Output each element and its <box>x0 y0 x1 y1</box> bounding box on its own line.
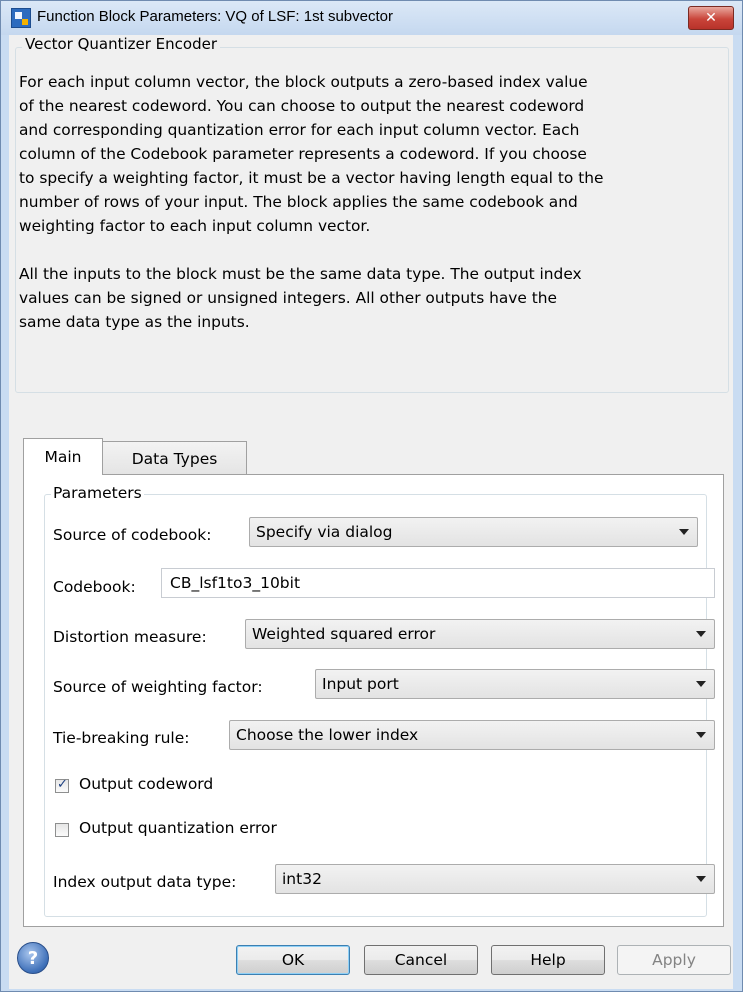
chevron-down-icon <box>696 732 706 738</box>
output-codeword-checkbox[interactable] <box>55 777 69 793</box>
title-bar[interactable]: Function Block Parameters: VQ of LSF: 1s… <box>1 1 742 35</box>
help-question-icon[interactable]: ? <box>17 942 49 974</box>
description-line: All the inputs to the block must be the … <box>19 265 582 283</box>
tie-breaking-value: Choose the lower index <box>236 726 419 744</box>
help-button[interactable]: Help <box>491 945 605 975</box>
tab-data-types[interactable]: Data Types <box>102 441 247 475</box>
dialog-window: Function Block Parameters: VQ of LSF: 1s… <box>0 0 743 992</box>
source-of-codebook-value: Specify via dialog <box>256 523 393 541</box>
output-codeword-label[interactable]: Output codeword <box>79 775 213 793</box>
tie-breaking-select[interactable]: Choose the lower index <box>229 720 715 750</box>
dialog-content: Vector Quantizer Encoder For each input … <box>9 35 733 989</box>
tab-main[interactable]: Main <box>23 438 103 475</box>
distortion-measure-select[interactable]: Weighted squared error <box>245 619 715 649</box>
chevron-down-icon <box>696 631 706 637</box>
simulink-app-icon <box>11 8 31 28</box>
source-of-weighting-label: Source of weighting factor: <box>53 678 263 696</box>
description-group-label: Vector Quantizer Encoder <box>22 35 220 53</box>
distortion-measure-label: Distortion measure: <box>53 628 207 646</box>
cancel-button[interactable]: Cancel <box>364 945 478 975</box>
description-line: column of the Codebook parameter represe… <box>19 145 587 163</box>
index-output-type-value: int32 <box>282 870 322 888</box>
output-quantization-error-label[interactable]: Output quantization error <box>79 819 277 837</box>
parameters-group-label: Parameters <box>51 484 144 502</box>
description-line: values can be signed or unsigned integer… <box>19 289 558 307</box>
tie-breaking-label: Tie-breaking rule: <box>53 729 190 747</box>
index-output-type-select[interactable]: int32 <box>275 864 715 894</box>
codebook-field[interactable]: CB_lsf1to3_10bit <box>161 568 715 598</box>
description-line: of the nearest codeword. You can choose … <box>19 97 585 115</box>
description-line <box>19 238 719 262</box>
output-quantization-error-checkbox[interactable] <box>55 823 69 837</box>
codebook-label: Codebook: <box>53 578 136 596</box>
description-line: same data type as the inputs. <box>19 313 250 331</box>
chevron-down-icon <box>696 876 706 882</box>
description-line: For each input column vector, the block … <box>19 73 588 91</box>
source-of-weighting-select[interactable]: Input port <box>315 669 715 699</box>
distortion-measure-value: Weighted squared error <box>252 625 436 643</box>
close-button[interactable]: ✕ <box>688 6 734 30</box>
source-of-codebook-label: Source of codebook: <box>53 526 212 544</box>
ok-button[interactable]: OK <box>236 945 350 975</box>
description-line: and corresponding quantization error for… <box>19 121 580 139</box>
description-line: to specify a weighting factor, it must b… <box>19 169 604 187</box>
source-of-codebook-select[interactable]: Specify via dialog <box>249 517 698 547</box>
window-title: Function Block Parameters: VQ of LSF: 1s… <box>37 8 393 25</box>
index-output-type-label: Index output data type: <box>53 873 237 891</box>
description-text: For each input column vector, the block … <box>19 70 719 334</box>
description-line: weighting factor to each input column ve… <box>19 217 371 235</box>
description-line: number of rows of your input. The block … <box>19 193 578 211</box>
main-tab-panel: Parameters Source of codebook: Specify v… <box>23 474 724 927</box>
chevron-down-icon <box>679 529 689 535</box>
apply-button[interactable]: Apply <box>617 945 731 975</box>
chevron-down-icon <box>696 681 706 687</box>
source-of-weighting-value: Input port <box>322 675 399 693</box>
parameters-group: Parameters Source of codebook: Specify v… <box>44 484 715 917</box>
